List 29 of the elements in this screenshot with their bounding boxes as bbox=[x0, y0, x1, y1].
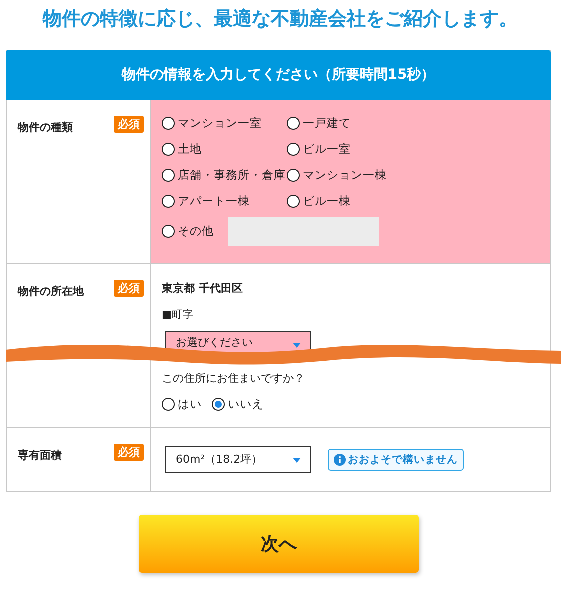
field-label: 物件の所在地 bbox=[18, 284, 84, 299]
radio-option[interactable]: 土地 bbox=[162, 140, 287, 158]
radio-option[interactable]: いいえ bbox=[212, 395, 264, 413]
radio-option[interactable]: 店舗・事務所・倉庫 bbox=[162, 166, 287, 184]
area-select[interactable]: 60m²（18.2坪） bbox=[165, 446, 311, 473]
radio-option[interactable]: はい bbox=[162, 395, 202, 413]
sub-label: ■町字 bbox=[162, 308, 194, 322]
radio-option[interactable]: その他 bbox=[162, 222, 214, 240]
question-text: この住所にお住まいですか？ bbox=[162, 371, 305, 386]
other-input-field[interactable] bbox=[228, 217, 379, 246]
radio-option[interactable]: アパート一棟 bbox=[162, 192, 287, 210]
required-badge: 必須 bbox=[114, 280, 144, 297]
radio-option[interactable]: 一戸建て bbox=[287, 114, 417, 132]
field-label: 物件の種類 bbox=[18, 120, 73, 135]
town-select[interactable]: お選びください bbox=[165, 331, 311, 354]
approximate-button[interactable]: おおよそで構いません bbox=[328, 449, 464, 471]
next-button[interactable]: 次へ bbox=[139, 515, 419, 573]
field-label: 専有面積 bbox=[18, 448, 62, 463]
address-text: 東京都 千代田区 bbox=[162, 281, 243, 296]
form-header: 物件の情報を入力してください（所要時間15秒） bbox=[6, 50, 551, 100]
required-badge: 必須 bbox=[114, 116, 144, 133]
radio-option[interactable]: ビル一棟 bbox=[287, 192, 417, 210]
page-title: 物件の特徴に応じ、最適な不動産会社をご紹介します。 bbox=[42, 7, 519, 32]
radio-option[interactable]: マンション一室 bbox=[162, 114, 287, 132]
caret-icon bbox=[293, 458, 301, 463]
radio-option[interactable]: ビル一室 bbox=[287, 140, 417, 158]
radio-option[interactable]: マンション一棟 bbox=[287, 166, 417, 184]
info-icon bbox=[334, 454, 346, 466]
required-badge: 必須 bbox=[114, 444, 144, 461]
